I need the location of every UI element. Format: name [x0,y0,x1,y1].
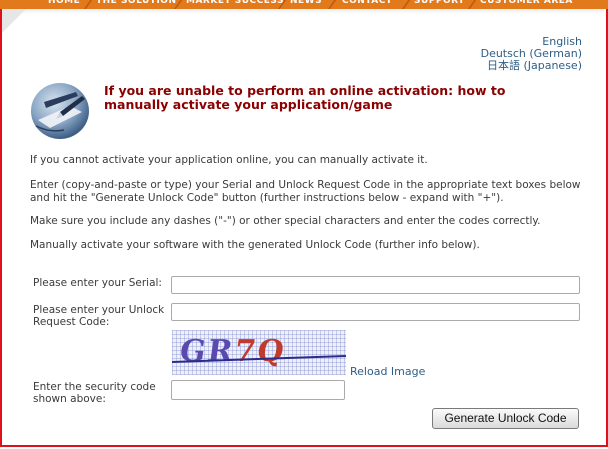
corner-decoration [2,9,26,33]
unlock-request-input[interactable] [171,303,580,321]
nav-the-solution[interactable]: THE SOLUTION [96,0,176,9]
nav-separator [325,0,337,9]
manual-activation-note: Manually activate your software with the… [30,239,480,251]
nav-home[interactable]: HOME [48,0,80,9]
reload-image-link[interactable]: Reload Image [350,365,425,378]
nav-contact[interactable]: CONTACT [342,0,392,9]
nav-market-success[interactable]: MARKET SUCCESS [186,0,284,9]
header-shadow [2,9,604,14]
serial-label: Please enter your Serial: [33,277,162,289]
captcha-letter: Q [254,334,289,369]
nav-news[interactable]: NEWS [290,0,322,9]
top-nav: HOME THE SOLUTION MARKET SUCCESS NEWS CO… [0,0,608,9]
serial-input[interactable] [171,276,580,294]
security-code-input[interactable] [171,380,345,400]
nav-separator [465,0,477,9]
nav-customer-area[interactable]: CUSTOMER AREA [480,0,573,9]
nav-separator [399,0,411,9]
nav-separator [81,0,93,9]
unlock-request-label: Please enter your Unlock Request Code: [33,304,165,328]
nav-support[interactable]: SUPPORT [414,0,465,9]
language-selector: English Deutsch (German) 日本語 (Japanese) [481,36,582,72]
generate-unlock-code-button[interactable]: Generate Unlock Code [432,408,579,429]
page-title: If you are unable to perform an online a… [104,83,506,112]
captcha-code: GR7Q [178,334,288,369]
dashes-note: Make sure you include any dashes ("-") o… [30,215,541,227]
language-link-japanese[interactable]: 日本語 (Japanese) [481,60,582,72]
instructions-text: Enter (copy-and-paste or type) your Seri… [30,179,581,204]
pen-writing-icon [31,83,89,139]
captcha-image: GR7Q [172,330,346,375]
security-code-label: Enter the security code shown above: [33,381,156,405]
intro-text: If you cannot activate your application … [30,154,428,166]
